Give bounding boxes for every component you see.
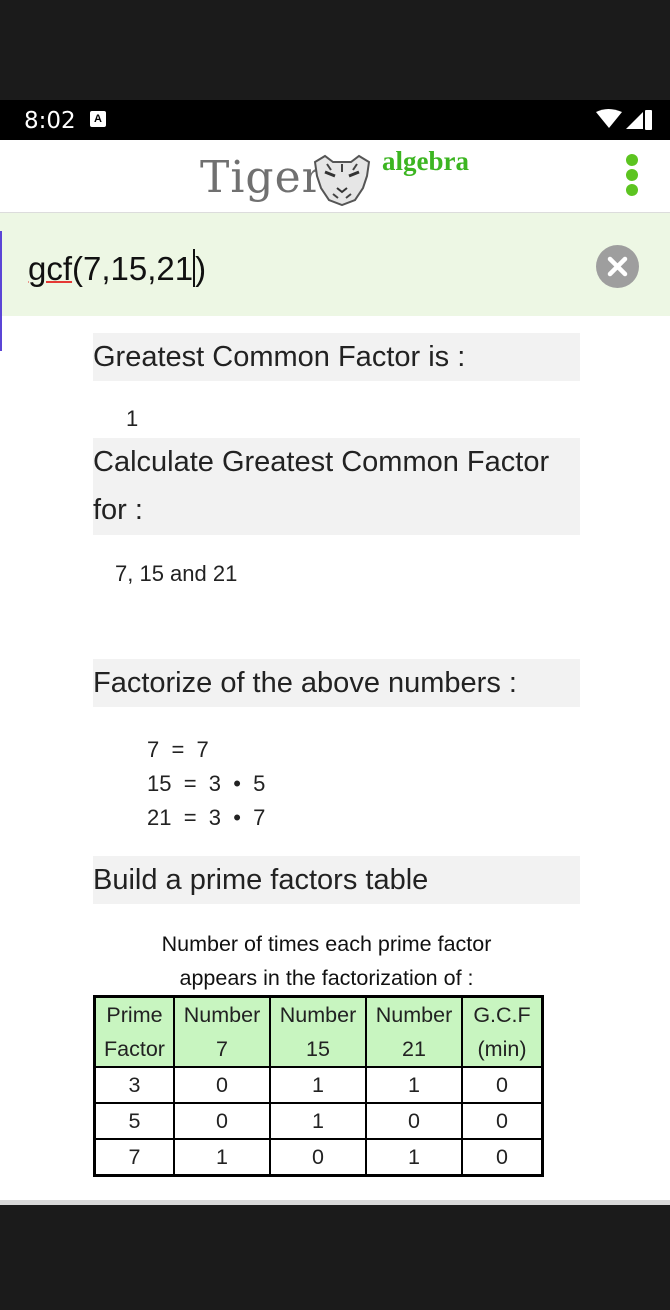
factor-row: 7 = 7 [147, 737, 209, 762]
result-heading: Greatest Common Factor is : [93, 333, 580, 381]
table-row: 3 0 1 1 0 [93, 1066, 544, 1104]
column-header: Number 21 [365, 995, 463, 1068]
query-input[interactable]: gcf(7,15,21) [0, 213, 670, 351]
table-cell: 0 [173, 1102, 271, 1140]
table-cell: 0 [173, 1066, 271, 1104]
table-header-row: Prime Factor Number 7 Number 15 Number 21 G.… [93, 995, 544, 1068]
table-row: 7 1 0 1 0 [93, 1138, 544, 1177]
factor-row: 15 = 3 • 5 [147, 771, 266, 796]
table-cell: 0 [269, 1138, 367, 1177]
factor-row: 21 = 3 • 7 [147, 805, 266, 830]
logo-word: Tiger [200, 152, 324, 203]
column-header: Prime Factor [93, 995, 175, 1068]
prime-factors-table: Prime Factor Number 7 Number 15 Number 21 G.… [93, 995, 544, 1177]
factorize-heading: Factorize of the above numbers : [93, 659, 580, 707]
table-cell: 5 [93, 1102, 175, 1140]
calculate-value: 7, 15 and 21 [115, 561, 238, 586]
column-header: Number 7 [173, 995, 271, 1068]
signal-icon [626, 112, 643, 129]
table-cell: 0 [461, 1138, 544, 1177]
app-header: Tiger algebra [0, 140, 670, 213]
result-value: 1 [126, 406, 139, 431]
tiger-head-icon [313, 154, 371, 206]
battery-icon [645, 110, 652, 130]
logo-subtitle: algebra [382, 146, 469, 176]
table-cell: 0 [461, 1102, 544, 1140]
prime-table-heading: Build a prime factors table [93, 856, 580, 904]
table-cell: 1 [365, 1066, 463, 1104]
table-cell: 1 [365, 1138, 463, 1177]
calculate-heading: Calculate Greatest Common Factor for : [93, 438, 580, 535]
table-cell: 0 [365, 1102, 463, 1140]
close-icon [607, 256, 628, 277]
column-header: Number 15 [269, 995, 367, 1068]
input-edge-marker [0, 231, 2, 351]
app-screen: Tiger algebra gcf(7,15,21) Greatest Comm… [0, 140, 670, 1205]
clear-input-button[interactable] [596, 245, 639, 288]
overflow-menu-icon[interactable] [620, 154, 644, 198]
table-cell: 1 [269, 1066, 367, 1104]
table-cell: 1 [173, 1138, 271, 1177]
table-cell: 1 [269, 1102, 367, 1140]
tiger-algebra-logo[interactable]: Tiger algebra [200, 146, 480, 208]
status-icons [596, 109, 652, 130]
bottom-letterbox [0, 1205, 670, 1310]
status-time: 8:02 [24, 108, 76, 134]
top-letterbox [0, 0, 670, 100]
column-header: G.C.F (min) [461, 995, 544, 1068]
table-row: 5 0 1 0 0 [93, 1102, 544, 1140]
table-cell: 0 [461, 1066, 544, 1104]
query-text[interactable]: gcf(7,15,21) [28, 249, 206, 288]
notification-icon: A [90, 111, 106, 127]
wifi-icon [596, 109, 622, 128]
status-bar: 8:02 A [0, 100, 670, 140]
table-cell: 3 [93, 1066, 175, 1104]
table-caption: Number of times each prime factor appear… [161, 932, 492, 990]
factorization-list: 7 = 7 15 = 3 • 5 21 = 3 • 7 [147, 733, 265, 835]
table-cell: 7 [93, 1138, 175, 1177]
